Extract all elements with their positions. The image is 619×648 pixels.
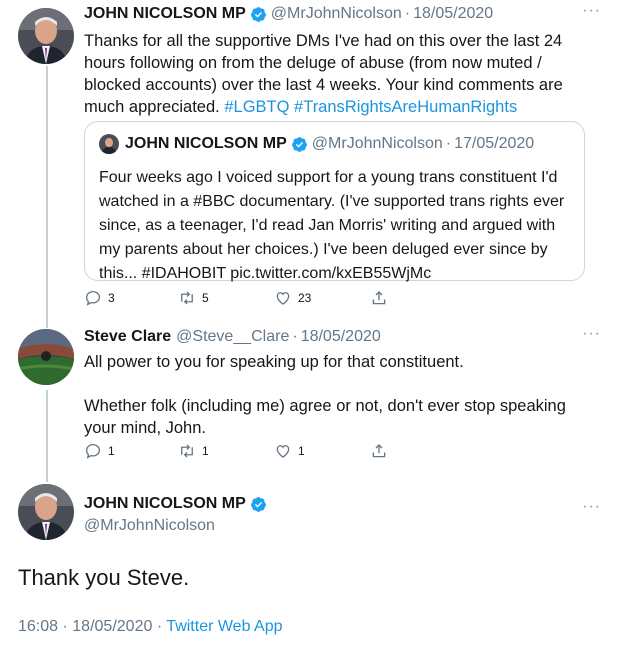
author-name[interactable]: Steve Clare <box>84 327 171 347</box>
quoted-tweet-text: Four weeks ago I voiced support for a yo… <box>99 169 565 282</box>
main-tweet-author[interactable]: JOHN NICOLSON MP @MrJohnNicolson ··· <box>84 494 601 535</box>
separator-dot: · <box>404 5 411 22</box>
like-icon <box>276 292 290 305</box>
quoted-author-handle: @MrJohnNicolson <box>311 135 443 152</box>
quoted-author-name: JOHN NICOLSON MP <box>125 135 287 152</box>
reply-count: 3 <box>108 291 115 305</box>
retweet-button[interactable]: 1 <box>178 442 209 460</box>
avatar[interactable] <box>18 329 74 385</box>
separator-dot: · <box>156 618 163 635</box>
share-icon <box>372 291 386 305</box>
reply-count: 1 <box>108 444 115 458</box>
like-button[interactable]: 1 <box>274 442 305 460</box>
tweet-text: Thanks for all the supportive DMs I've h… <box>84 30 601 118</box>
avatar[interactable] <box>18 8 74 64</box>
reply-icon <box>85 290 101 306</box>
like-icon <box>276 445 290 458</box>
author-handle[interactable]: @MrJohnNicolson <box>271 4 402 24</box>
tweet[interactable]: Steve Clare @Steve__Clare · 18/05/2020 ·… <box>84 326 601 439</box>
thread-line <box>46 390 48 482</box>
more-icon[interactable]: ··· <box>582 499 601 515</box>
like-count: 1 <box>298 444 305 458</box>
separator-dot: · <box>292 328 298 345</box>
verified-badge-icon <box>291 136 307 152</box>
tweet-header: Steve Clare @Steve__Clare · 18/05/2020 <box>84 327 601 347</box>
separator-dot: · <box>62 618 68 635</box>
quoted-tweet-header: JOHN NICOLSON MP @MrJohnNicolson · 17/05… <box>99 134 570 154</box>
tweet-actions: 1 1 1 <box>84 442 404 462</box>
hashtag-link[interactable]: #LGBTQ <box>224 98 289 116</box>
reply-icon <box>85 443 101 459</box>
tweet-text-paragraph: Whether folk (including me) agree or not… <box>84 397 566 437</box>
like-button[interactable]: 23 <box>274 289 311 307</box>
author-handle[interactable]: @MrJohnNicolson <box>84 517 601 535</box>
share-button[interactable] <box>370 289 388 307</box>
quoted-tweet[interactable]: JOHN NICOLSON MP @MrJohnNicolson · 17/05… <box>84 121 585 282</box>
author-handle[interactable]: @Steve__Clare <box>176 327 289 347</box>
tweet-metadata: 16:08 · 18/05/2020 · Twitter Web App <box>18 618 283 636</box>
tweet-date[interactable]: 18/05/2020 <box>413 4 493 24</box>
quoted-tweet-date: 17/05/2020 <box>454 135 535 152</box>
reply-button[interactable]: 3 <box>84 289 115 307</box>
tweet-text-line: All power to you for speaking up for tha… <box>84 353 464 371</box>
retweet-icon <box>181 291 193 305</box>
retweet-icon <box>181 444 193 458</box>
tweet-date[interactable]: 18/05/2020 <box>301 327 381 347</box>
tweet-time[interactable]: 16:08 <box>18 618 58 635</box>
retweet-button[interactable]: 5 <box>178 289 209 307</box>
retweet-count: 5 <box>202 291 209 305</box>
tweet-source-link[interactable]: Twitter Web App <box>166 618 282 635</box>
author-name[interactable]: JOHN NICOLSON MP <box>84 494 246 514</box>
thread-line <box>46 66 48 328</box>
more-icon[interactable]: ··· <box>582 3 601 19</box>
like-count: 23 <box>298 291 312 305</box>
retweet-count: 1 <box>202 444 209 458</box>
more-icon[interactable]: ··· <box>582 326 601 342</box>
tweet-header: JOHN NICOLSON MP @MrJohnNicolson · 18/05… <box>84 4 601 24</box>
quoted-avatar <box>99 134 119 154</box>
share-button[interactable] <box>370 442 388 460</box>
reply-button[interactable]: 1 <box>84 442 115 460</box>
verified-badge-icon <box>250 6 266 22</box>
tweet[interactable]: JOHN NICOLSON MP @MrJohnNicolson · 18/05… <box>84 3 601 118</box>
verified-badge-icon <box>250 496 266 512</box>
hashtag-link[interactable]: #TransRightsAreHumanRights <box>294 98 517 116</box>
share-icon <box>372 444 386 458</box>
main-tweet-text: Thank you Steve. <box>18 565 190 590</box>
author-name[interactable]: JOHN NICOLSON MP <box>84 4 246 24</box>
tweet-actions: 3 5 23 <box>84 289 404 309</box>
main-tweet-header: JOHN NICOLSON MP <box>84 494 601 514</box>
tweet-date[interactable]: 18/05/2020 <box>72 618 152 635</box>
avatar[interactable] <box>18 484 74 540</box>
separator-dot: · <box>445 135 452 152</box>
